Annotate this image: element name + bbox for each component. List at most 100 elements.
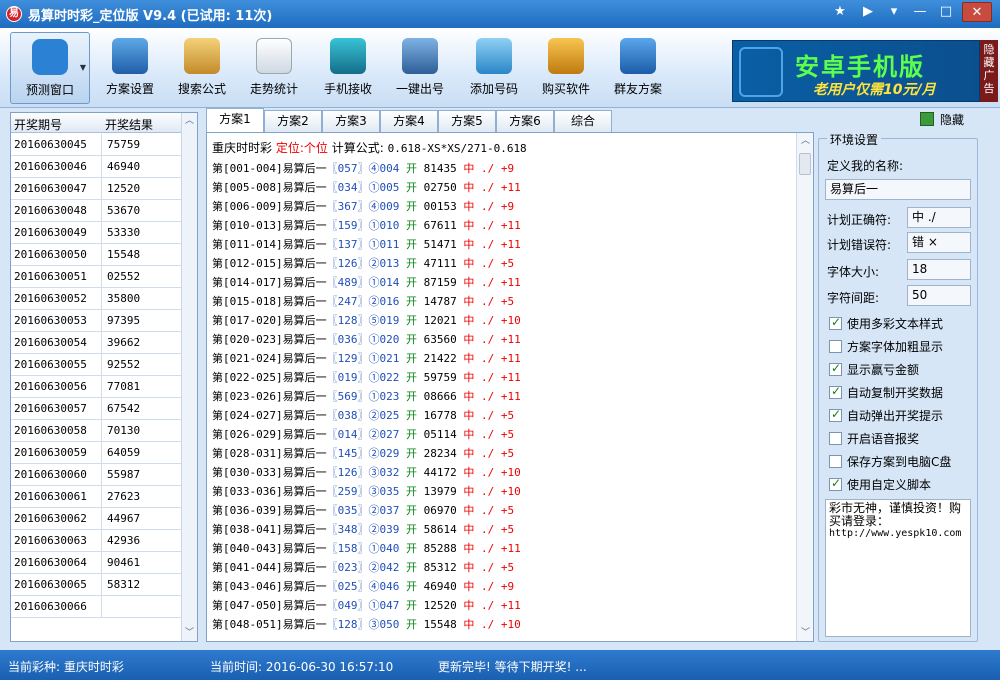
- name-field[interactable]: 易算后一: [825, 179, 971, 200]
- draw-label: 开: [405, 542, 417, 555]
- scroll-up-icon[interactable]: ︿: [798, 133, 813, 149]
- checkbox-icon[interactable]: [829, 315, 842, 330]
- predicted-code: 〖126〗③032: [326, 466, 400, 479]
- table-row[interactable]: 20160630062 44967: [11, 508, 181, 530]
- checkbox-icon[interactable]: [829, 340, 842, 353]
- scheme-settings-button[interactable]: 方案设置: [94, 32, 166, 104]
- notes-text: 彩市无神，谨慎投资！购买请登录：: [829, 501, 962, 528]
- checkbox-icon[interactable]: [829, 455, 842, 468]
- table-row[interactable]: 20160630066: [11, 596, 181, 618]
- table-row[interactable]: 20160630053 97395: [11, 310, 181, 332]
- table-row[interactable]: 20160630065 58312: [11, 574, 181, 596]
- ad-banner[interactable]: 安卓手机版 老用户仅需10元/月: [732, 40, 980, 102]
- predict-window-button[interactable]: 预测窗口 ▼: [10, 32, 90, 104]
- option-checkbox[interactable]: 显示赢亏金额: [829, 361, 919, 379]
- table-row[interactable]: 20160630048 53670: [11, 200, 181, 222]
- table-row[interactable]: 20160630064 90461: [11, 552, 181, 574]
- prediction-row: 第[014-017]易算后一〖489〗①014 开 87159 中 ./ +11: [212, 273, 521, 292]
- table-row[interactable]: 20160630049 53330: [11, 222, 181, 244]
- table-row[interactable]: 20160630063 42936: [11, 530, 181, 552]
- table-row[interactable]: 20160630059 64059: [11, 442, 181, 464]
- play-icon[interactable]: ▶: [856, 2, 880, 22]
- table-row[interactable]: 20160630046 46940: [11, 156, 181, 178]
- table-row[interactable]: 20160630061 27623: [11, 486, 181, 508]
- hit-mark: ./: [480, 162, 495, 175]
- tab-scheme-7[interactable]: 综合: [554, 110, 612, 132]
- hide-button[interactable]: 隐藏: [920, 110, 980, 130]
- hide-ad-button[interactable]: 隐藏广告: [980, 40, 998, 102]
- tab-scheme-6[interactable]: 方案6: [496, 110, 554, 132]
- phone-receive-button[interactable]: 手机接收: [312, 32, 384, 104]
- period-cell: 20160630047: [14, 182, 87, 195]
- option-checkbox[interactable]: 方案字体加粗显示: [829, 338, 943, 356]
- trend-stats-button[interactable]: 走势统计: [238, 32, 310, 104]
- option-checkbox[interactable]: 自动复制开奖数据: [829, 384, 943, 402]
- table-row[interactable]: 20160630045 75759: [11, 134, 181, 156]
- menu-icon[interactable]: ▾: [882, 2, 906, 22]
- hit-label: 中: [463, 409, 475, 422]
- checkbox-icon[interactable]: [829, 361, 842, 376]
- option-checkbox[interactable]: 开启语音报奖: [829, 430, 919, 448]
- period-range: 第[001-004]易算后一: [212, 162, 327, 175]
- minimize-button[interactable]: —: [908, 2, 932, 22]
- table-row[interactable]: 20160630057 67542: [11, 398, 181, 420]
- title-bar: 易 易算时时彩_定位版 V9.4 (已试用: 11次) ★ ▶ ▾ — □ ✕: [0, 0, 1000, 28]
- table-row[interactable]: 20160630051 02552: [11, 266, 181, 288]
- table-row[interactable]: 20160630055 92552: [11, 354, 181, 376]
- draw-label: 开: [405, 485, 417, 498]
- option-checkbox[interactable]: 使用自定义脚本: [829, 476, 931, 494]
- score: +5: [500, 504, 515, 517]
- tab-scheme-4[interactable]: 方案4: [380, 110, 438, 132]
- wrong-symbol-field[interactable]: 错 ×: [907, 232, 971, 253]
- checkbox-icon[interactable]: [829, 407, 842, 422]
- tab-scheme-2[interactable]: 方案2: [264, 110, 322, 132]
- tab-scheme-5[interactable]: 方案5: [438, 110, 496, 132]
- correct-symbol-field[interactable]: 中 ./: [907, 207, 971, 228]
- group-schemes-button[interactable]: 群友方案: [602, 32, 674, 104]
- table-row[interactable]: 20160630050 15548: [11, 244, 181, 266]
- draw-label: 开: [405, 333, 417, 346]
- score: +11: [500, 371, 521, 384]
- checkbox-icon[interactable]: [829, 432, 842, 445]
- predicted-code: 〖259〗③035: [326, 485, 400, 498]
- scrollbar[interactable]: ︿ ﹀: [796, 133, 813, 641]
- table-row[interactable]: 20160630060 55987: [11, 464, 181, 486]
- table-row[interactable]: 20160630058 70130: [11, 420, 181, 442]
- tab-scheme-1[interactable]: 方案1: [206, 108, 264, 132]
- checkbox-icon[interactable]: [829, 476, 842, 491]
- search-formula-button[interactable]: 搜索公式: [166, 32, 238, 104]
- period-cell: 20160630045: [14, 138, 87, 151]
- environment-settings: 环境设置 定义我的名称: 易算后一 计划正确符: 中 ./ 计划错误符: 错 ×…: [818, 131, 978, 642]
- scroll-up-icon[interactable]: ︿: [182, 113, 197, 129]
- close-button[interactable]: ✕: [962, 2, 992, 22]
- font-size-field[interactable]: 18: [907, 259, 971, 280]
- table-row[interactable]: 20160630056 77081: [11, 376, 181, 398]
- period-cell: 20160630064: [14, 556, 87, 569]
- one-click-number-button[interactable]: 一键出号: [384, 32, 456, 104]
- table-row[interactable]: 20160630054 39662: [11, 332, 181, 354]
- notes-textarea[interactable]: 彩市无神，谨慎投资！购买请登录： http://www.yespk10.com: [825, 499, 971, 637]
- period-cell: 20160630046: [14, 160, 87, 173]
- tab-scheme-3[interactable]: 方案3: [322, 110, 380, 132]
- option-checkbox[interactable]: 保存方案到电脑C盘: [829, 453, 951, 471]
- scroll-down-icon[interactable]: ﹀: [798, 625, 813, 641]
- scrollbar[interactable]: ︿ ﹀: [181, 113, 197, 641]
- buy-software-button[interactable]: 购买软件: [530, 32, 602, 104]
- table-row[interactable]: 20160630047 12520: [11, 178, 181, 200]
- checkbox-icon[interactable]: [829, 384, 842, 399]
- hit-mark: ./: [480, 219, 495, 232]
- char-spacing-field[interactable]: 50: [907, 285, 971, 306]
- maximize-button[interactable]: □: [934, 2, 958, 22]
- hit-label: 中: [463, 238, 475, 251]
- prediction-row: 第[030-033]易算后一〖126〗③032 开 44172 中 ./ +10: [212, 463, 521, 482]
- add-number-button[interactable]: 添加号码: [458, 32, 530, 104]
- option-checkbox[interactable]: 自动弹出开奖提示: [829, 407, 943, 425]
- scroll-thumb[interactable]: [799, 153, 811, 175]
- score: +11: [500, 238, 521, 251]
- star-icon[interactable]: ★: [828, 2, 852, 22]
- scroll-down-icon[interactable]: ﹀: [182, 625, 197, 641]
- table-row[interactable]: 20160630052 35800: [11, 288, 181, 310]
- draw-label: 开: [405, 428, 417, 441]
- chevron-down-icon[interactable]: ▼: [80, 63, 86, 72]
- option-checkbox[interactable]: 使用多彩文本样式: [829, 315, 943, 333]
